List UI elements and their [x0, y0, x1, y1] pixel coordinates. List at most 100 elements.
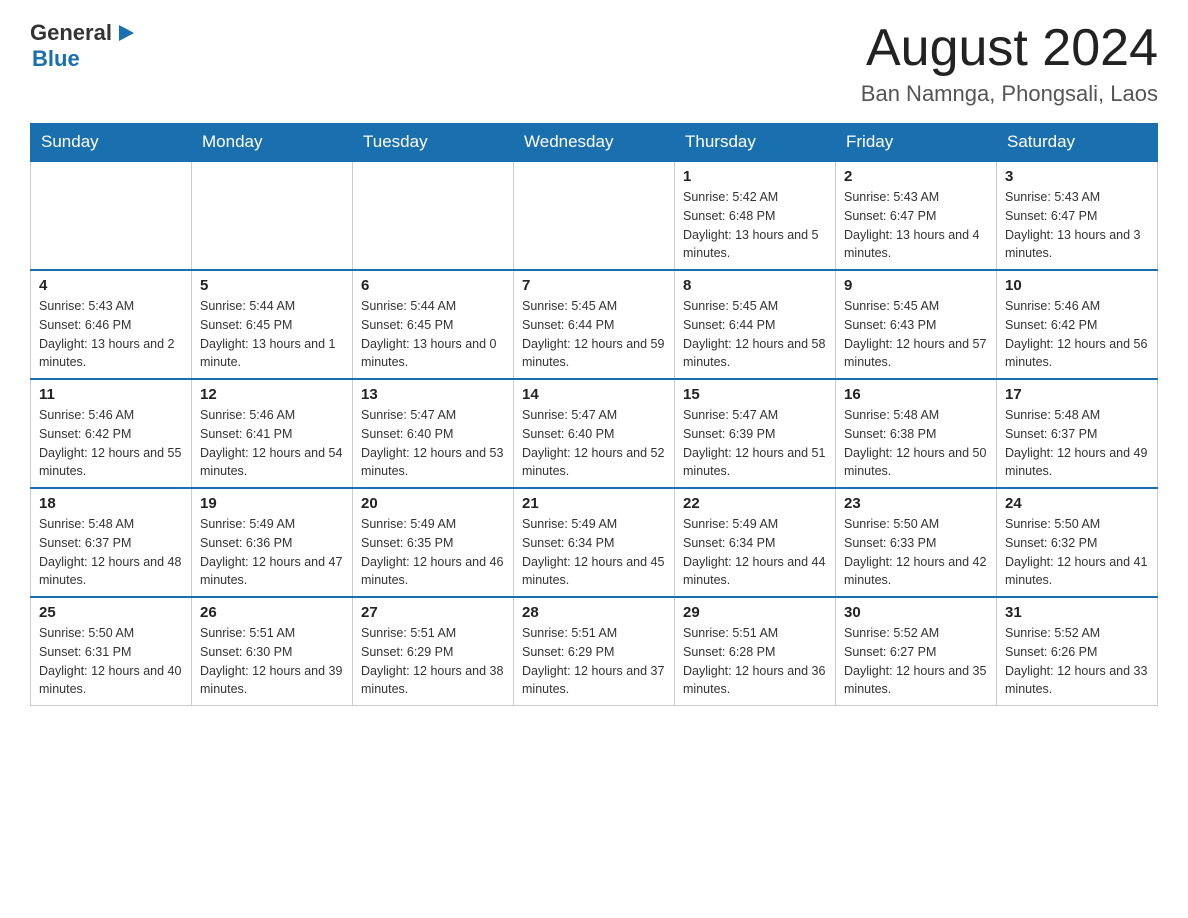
day-info: Sunrise: 5:49 AM Sunset: 6:35 PM Dayligh… — [361, 515, 505, 590]
day-info: Sunrise: 5:50 AM Sunset: 6:32 PM Dayligh… — [1005, 515, 1149, 590]
day-info: Sunrise: 5:52 AM Sunset: 6:27 PM Dayligh… — [844, 624, 988, 699]
day-info: Sunrise: 5:47 AM Sunset: 6:40 PM Dayligh… — [361, 406, 505, 481]
day-number: 18 — [39, 495, 183, 512]
calendar-cell: 6 Sunrise: 5:44 AM Sunset: 6:45 PM Daylig… — [353, 270, 514, 379]
day-number: 2 — [844, 168, 988, 185]
day-of-week-header: Sunday — [31, 124, 192, 162]
day-number: 9 — [844, 277, 988, 294]
day-number: 22 — [683, 495, 827, 512]
day-info: Sunrise: 5:43 AM Sunset: 6:47 PM Dayligh… — [1005, 188, 1149, 263]
calendar-cell: 24 Sunrise: 5:50 AM Sunset: 6:32 PM Dayli… — [997, 488, 1158, 597]
day-number: 21 — [522, 495, 666, 512]
day-number: 11 — [39, 386, 183, 403]
day-info: Sunrise: 5:50 AM Sunset: 6:31 PM Dayligh… — [39, 624, 183, 699]
calendar-week-row: 11 Sunrise: 5:46 AM Sunset: 6:42 PM Dayli… — [31, 379, 1158, 488]
day-number: 1 — [683, 168, 827, 185]
calendar-cell: 25Sunrise: 5:50 AM Sunset: 6:31 PM Dayli… — [31, 597, 192, 706]
day-number: 27 — [361, 604, 505, 621]
day-number: 4 — [39, 277, 183, 294]
day-number: 31 — [1005, 604, 1149, 621]
day-info: Sunrise: 5:51 AM Sunset: 6:28 PM Dayligh… — [683, 624, 827, 699]
day-of-week-header: Wednesday — [514, 124, 675, 162]
day-number: 19 — [200, 495, 344, 512]
calendar-header-row: SundayMondayTuesdayWednesdayThursdayFrid… — [31, 124, 1158, 162]
calendar-cell: 29Sunrise: 5:51 AM Sunset: 6:28 PM Dayli… — [675, 597, 836, 706]
day-info: Sunrise: 5:51 AM Sunset: 6:29 PM Dayligh… — [522, 624, 666, 699]
day-info: Sunrise: 5:46 AM Sunset: 6:42 PM Dayligh… — [39, 406, 183, 481]
logo-general: General — [30, 20, 112, 46]
day-of-week-header: Friday — [836, 124, 997, 162]
logo-blue: Blue — [32, 46, 80, 72]
day-number: 8 — [683, 277, 827, 294]
day-info: Sunrise: 5:45 AM Sunset: 6:43 PM Dayligh… — [844, 297, 988, 372]
day-number: 7 — [522, 277, 666, 294]
day-info: Sunrise: 5:48 AM Sunset: 6:38 PM Dayligh… — [844, 406, 988, 481]
day-info: Sunrise: 5:51 AM Sunset: 6:29 PM Dayligh… — [361, 624, 505, 699]
logo-triangle-icon — [114, 22, 136, 44]
calendar-week-row: 1 Sunrise: 5:42 AM Sunset: 6:48 PM Daylig… — [31, 161, 1158, 270]
day-number: 10 — [1005, 277, 1149, 294]
day-info: Sunrise: 5:48 AM Sunset: 6:37 PM Dayligh… — [1005, 406, 1149, 481]
calendar-table: SundayMondayTuesdayWednesdayThursdayFrid… — [30, 123, 1158, 706]
day-number: 26 — [200, 604, 344, 621]
day-info: Sunrise: 5:48 AM Sunset: 6:37 PM Dayligh… — [39, 515, 183, 590]
calendar-cell: 17 Sunrise: 5:48 AM Sunset: 6:37 PM Dayli… — [997, 379, 1158, 488]
day-info: Sunrise: 5:46 AM Sunset: 6:41 PM Dayligh… — [200, 406, 344, 481]
day-of-week-header: Tuesday — [353, 124, 514, 162]
day-of-week-header: Saturday — [997, 124, 1158, 162]
calendar-cell: 19 Sunrise: 5:49 AM Sunset: 6:36 PM Dayli… — [192, 488, 353, 597]
calendar-week-row: 4Sunrise: 5:43 AM Sunset: 6:46 PM Daylig… — [31, 270, 1158, 379]
day-number: 30 — [844, 604, 988, 621]
day-of-week-header: Monday — [192, 124, 353, 162]
day-number: 3 — [1005, 168, 1149, 185]
day-number: 16 — [844, 386, 988, 403]
day-info: Sunrise: 5:50 AM Sunset: 6:33 PM Dayligh… — [844, 515, 988, 590]
calendar-cell — [353, 161, 514, 270]
day-info: Sunrise: 5:47 AM Sunset: 6:39 PM Dayligh… — [683, 406, 827, 481]
day-number: 15 — [683, 386, 827, 403]
day-info: Sunrise: 5:45 AM Sunset: 6:44 PM Dayligh… — [522, 297, 666, 372]
day-number: 12 — [200, 386, 344, 403]
title-block: August 2024 Ban Namnga, Phongsali, Laos — [861, 20, 1158, 107]
calendar-cell: 31Sunrise: 5:52 AM Sunset: 6:26 PM Dayli… — [997, 597, 1158, 706]
day-number: 24 — [1005, 495, 1149, 512]
day-info: Sunrise: 5:51 AM Sunset: 6:30 PM Dayligh… — [200, 624, 344, 699]
calendar-cell: 28Sunrise: 5:51 AM Sunset: 6:29 PM Dayli… — [514, 597, 675, 706]
day-info: Sunrise: 5:44 AM Sunset: 6:45 PM Dayligh… — [361, 297, 505, 372]
day-number: 5 — [200, 277, 344, 294]
calendar-cell: 9 Sunrise: 5:45 AM Sunset: 6:43 PM Daylig… — [836, 270, 997, 379]
calendar-cell — [514, 161, 675, 270]
day-info: Sunrise: 5:45 AM Sunset: 6:44 PM Dayligh… — [683, 297, 827, 372]
month-title: August 2024 — [861, 20, 1158, 77]
calendar-cell: 15 Sunrise: 5:47 AM Sunset: 6:39 PM Dayli… — [675, 379, 836, 488]
calendar-cell: 12 Sunrise: 5:46 AM Sunset: 6:41 PM Dayli… — [192, 379, 353, 488]
calendar-cell: 23 Sunrise: 5:50 AM Sunset: 6:33 PM Dayli… — [836, 488, 997, 597]
day-info: Sunrise: 5:49 AM Sunset: 6:34 PM Dayligh… — [522, 515, 666, 590]
calendar-cell: 18 Sunrise: 5:48 AM Sunset: 6:37 PM Dayli… — [31, 488, 192, 597]
calendar-cell: 30 Sunrise: 5:52 AM Sunset: 6:27 PM Dayli… — [836, 597, 997, 706]
page-header: General Blue August 2024 Ban Namnga, Pho… — [30, 20, 1158, 107]
calendar-cell: 16 Sunrise: 5:48 AM Sunset: 6:38 PM Dayli… — [836, 379, 997, 488]
calendar-cell: 10Sunrise: 5:46 AM Sunset: 6:42 PM Dayli… — [997, 270, 1158, 379]
calendar-cell: 5 Sunrise: 5:44 AM Sunset: 6:45 PM Daylig… — [192, 270, 353, 379]
logo: General Blue — [30, 20, 136, 72]
day-number: 17 — [1005, 386, 1149, 403]
day-info: Sunrise: 5:44 AM Sunset: 6:45 PM Dayligh… — [200, 297, 344, 372]
calendar-cell: 27 Sunrise: 5:51 AM Sunset: 6:29 PM Dayli… — [353, 597, 514, 706]
day-info: Sunrise: 5:42 AM Sunset: 6:48 PM Dayligh… — [683, 188, 827, 263]
calendar-cell: 3 Sunrise: 5:43 AM Sunset: 6:47 PM Daylig… — [997, 161, 1158, 270]
day-info: Sunrise: 5:47 AM Sunset: 6:40 PM Dayligh… — [522, 406, 666, 481]
day-number: 14 — [522, 386, 666, 403]
day-number: 6 — [361, 277, 505, 294]
day-number: 20 — [361, 495, 505, 512]
day-info: Sunrise: 5:49 AM Sunset: 6:36 PM Dayligh… — [200, 515, 344, 590]
calendar-week-row: 25Sunrise: 5:50 AM Sunset: 6:31 PM Dayli… — [31, 597, 1158, 706]
calendar-cell: 20 Sunrise: 5:49 AM Sunset: 6:35 PM Dayli… — [353, 488, 514, 597]
day-number: 23 — [844, 495, 988, 512]
calendar-cell: 11 Sunrise: 5:46 AM Sunset: 6:42 PM Dayli… — [31, 379, 192, 488]
calendar-cell: 7 Sunrise: 5:45 AM Sunset: 6:44 PM Daylig… — [514, 270, 675, 379]
calendar-cell: 21 Sunrise: 5:49 AM Sunset: 6:34 PM Dayli… — [514, 488, 675, 597]
calendar-cell: 4Sunrise: 5:43 AM Sunset: 6:46 PM Daylig… — [31, 270, 192, 379]
calendar-week-row: 18 Sunrise: 5:48 AM Sunset: 6:37 PM Dayli… — [31, 488, 1158, 597]
calendar-cell — [192, 161, 353, 270]
